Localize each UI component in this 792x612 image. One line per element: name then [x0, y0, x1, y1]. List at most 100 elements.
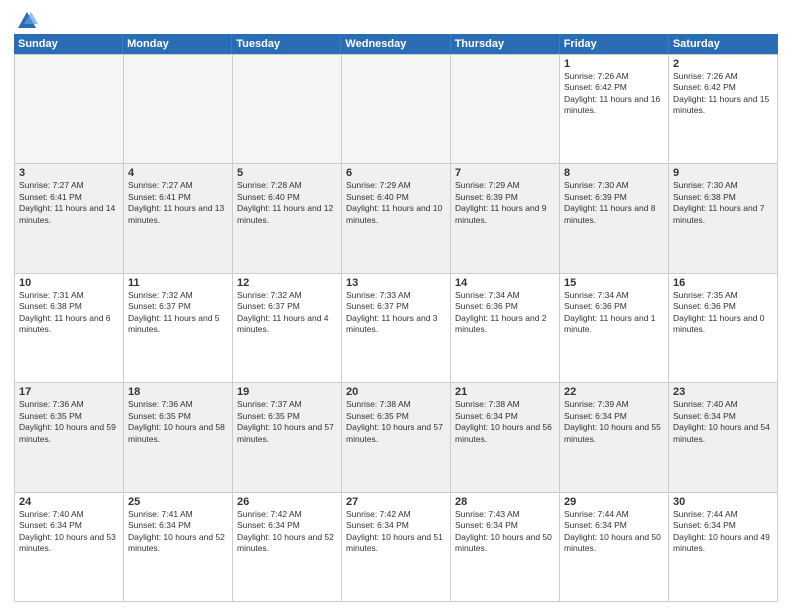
day-number: 16: [673, 277, 773, 289]
header-saturday: Saturday: [669, 34, 778, 54]
cell-info: Sunrise: 7:40 AMSunset: 6:34 PMDaylight:…: [19, 509, 119, 555]
cell-info: Sunrise: 7:32 AMSunset: 6:37 PMDaylight:…: [128, 290, 228, 336]
table-row: 20Sunrise: 7:38 AMSunset: 6:35 PMDayligh…: [342, 383, 451, 492]
day-number: 5: [237, 167, 337, 179]
cell-info: Sunrise: 7:39 AMSunset: 6:34 PMDaylight:…: [564, 399, 664, 445]
day-number: 18: [128, 386, 228, 398]
cell-info: Sunrise: 7:30 AMSunset: 6:39 PMDaylight:…: [564, 180, 664, 226]
cell-info: Sunrise: 7:35 AMSunset: 6:36 PMDaylight:…: [673, 290, 773, 336]
table-row: 2Sunrise: 7:26 AMSunset: 6:42 PMDaylight…: [669, 55, 778, 164]
table-row: [124, 55, 233, 164]
day-number: 17: [19, 386, 119, 398]
day-number: 19: [237, 386, 337, 398]
table-row: [15, 55, 124, 164]
cell-info: Sunrise: 7:33 AMSunset: 6:37 PMDaylight:…: [346, 290, 446, 336]
header-wednesday: Wednesday: [341, 34, 450, 54]
day-number: 22: [564, 386, 664, 398]
table-row: 5Sunrise: 7:28 AMSunset: 6:40 PMDaylight…: [233, 164, 342, 273]
cell-info: Sunrise: 7:34 AMSunset: 6:36 PMDaylight:…: [455, 290, 555, 336]
cell-info: Sunrise: 7:42 AMSunset: 6:34 PMDaylight:…: [237, 509, 337, 555]
cell-info: Sunrise: 7:26 AMSunset: 6:42 PMDaylight:…: [673, 71, 773, 117]
cell-info: Sunrise: 7:44 AMSunset: 6:34 PMDaylight:…: [673, 509, 773, 555]
day-number: 21: [455, 386, 555, 398]
table-row: 12Sunrise: 7:32 AMSunset: 6:37 PMDayligh…: [233, 274, 342, 383]
cell-info: Sunrise: 7:31 AMSunset: 6:38 PMDaylight:…: [19, 290, 119, 336]
logo-icon: [16, 10, 38, 32]
calendar: Sunday Monday Tuesday Wednesday Thursday…: [14, 34, 778, 602]
cell-info: Sunrise: 7:42 AMSunset: 6:34 PMDaylight:…: [346, 509, 446, 555]
day-number: 11: [128, 277, 228, 289]
logo: [14, 10, 38, 28]
day-number: 20: [346, 386, 446, 398]
table-row: 3Sunrise: 7:27 AMSunset: 6:41 PMDaylight…: [15, 164, 124, 273]
cell-info: Sunrise: 7:26 AMSunset: 6:42 PMDaylight:…: [564, 71, 664, 117]
table-row: [451, 55, 560, 164]
cell-info: Sunrise: 7:36 AMSunset: 6:35 PMDaylight:…: [128, 399, 228, 445]
table-row: 15Sunrise: 7:34 AMSunset: 6:36 PMDayligh…: [560, 274, 669, 383]
table-row: 27Sunrise: 7:42 AMSunset: 6:34 PMDayligh…: [342, 493, 451, 602]
table-row: 10Sunrise: 7:31 AMSunset: 6:38 PMDayligh…: [15, 274, 124, 383]
day-number: 25: [128, 496, 228, 508]
table-row: 30Sunrise: 7:44 AMSunset: 6:34 PMDayligh…: [669, 493, 778, 602]
table-row: [342, 55, 451, 164]
cell-info: Sunrise: 7:27 AMSunset: 6:41 PMDaylight:…: [128, 180, 228, 226]
day-number: 26: [237, 496, 337, 508]
cell-info: Sunrise: 7:34 AMSunset: 6:36 PMDaylight:…: [564, 290, 664, 336]
day-number: 9: [673, 167, 773, 179]
table-row: 1Sunrise: 7:26 AMSunset: 6:42 PMDaylight…: [560, 55, 669, 164]
header-monday: Monday: [123, 34, 232, 54]
table-row: 17Sunrise: 7:36 AMSunset: 6:35 PMDayligh…: [15, 383, 124, 492]
table-row: 23Sunrise: 7:40 AMSunset: 6:34 PMDayligh…: [669, 383, 778, 492]
cell-info: Sunrise: 7:29 AMSunset: 6:40 PMDaylight:…: [346, 180, 446, 226]
day-number: 4: [128, 167, 228, 179]
table-row: [233, 55, 342, 164]
cell-info: Sunrise: 7:38 AMSunset: 6:34 PMDaylight:…: [455, 399, 555, 445]
cell-info: Sunrise: 7:40 AMSunset: 6:34 PMDaylight:…: [673, 399, 773, 445]
cell-info: Sunrise: 7:30 AMSunset: 6:38 PMDaylight:…: [673, 180, 773, 226]
day-number: 29: [564, 496, 664, 508]
header: [14, 10, 778, 28]
table-row: 24Sunrise: 7:40 AMSunset: 6:34 PMDayligh…: [15, 493, 124, 602]
cell-info: Sunrise: 7:44 AMSunset: 6:34 PMDaylight:…: [564, 509, 664, 555]
table-row: 4Sunrise: 7:27 AMSunset: 6:41 PMDaylight…: [124, 164, 233, 273]
table-row: 8Sunrise: 7:30 AMSunset: 6:39 PMDaylight…: [560, 164, 669, 273]
table-row: 25Sunrise: 7:41 AMSunset: 6:34 PMDayligh…: [124, 493, 233, 602]
header-sunday: Sunday: [14, 34, 123, 54]
cell-info: Sunrise: 7:27 AMSunset: 6:41 PMDaylight:…: [19, 180, 119, 226]
table-row: 14Sunrise: 7:34 AMSunset: 6:36 PMDayligh…: [451, 274, 560, 383]
cell-info: Sunrise: 7:36 AMSunset: 6:35 PMDaylight:…: [19, 399, 119, 445]
header-tuesday: Tuesday: [232, 34, 341, 54]
day-number: 10: [19, 277, 119, 289]
day-number: 2: [673, 58, 773, 70]
table-row: 29Sunrise: 7:44 AMSunset: 6:34 PMDayligh…: [560, 493, 669, 602]
day-number: 23: [673, 386, 773, 398]
cell-info: Sunrise: 7:29 AMSunset: 6:39 PMDaylight:…: [455, 180, 555, 226]
day-number: 3: [19, 167, 119, 179]
day-number: 24: [19, 496, 119, 508]
day-number: 1: [564, 58, 664, 70]
calendar-body: 1Sunrise: 7:26 AMSunset: 6:42 PMDaylight…: [14, 54, 778, 602]
table-row: 16Sunrise: 7:35 AMSunset: 6:36 PMDayligh…: [669, 274, 778, 383]
table-row: 11Sunrise: 7:32 AMSunset: 6:37 PMDayligh…: [124, 274, 233, 383]
table-row: 7Sunrise: 7:29 AMSunset: 6:39 PMDaylight…: [451, 164, 560, 273]
cell-info: Sunrise: 7:28 AMSunset: 6:40 PMDaylight:…: [237, 180, 337, 226]
cell-info: Sunrise: 7:38 AMSunset: 6:35 PMDaylight:…: [346, 399, 446, 445]
day-number: 30: [673, 496, 773, 508]
header-thursday: Thursday: [451, 34, 560, 54]
cell-info: Sunrise: 7:37 AMSunset: 6:35 PMDaylight:…: [237, 399, 337, 445]
table-row: 19Sunrise: 7:37 AMSunset: 6:35 PMDayligh…: [233, 383, 342, 492]
day-number: 13: [346, 277, 446, 289]
day-number: 8: [564, 167, 664, 179]
table-row: 9Sunrise: 7:30 AMSunset: 6:38 PMDaylight…: [669, 164, 778, 273]
header-friday: Friday: [560, 34, 669, 54]
day-number: 14: [455, 277, 555, 289]
table-row: 21Sunrise: 7:38 AMSunset: 6:34 PMDayligh…: [451, 383, 560, 492]
cell-info: Sunrise: 7:41 AMSunset: 6:34 PMDaylight:…: [128, 509, 228, 555]
day-number: 28: [455, 496, 555, 508]
day-number: 27: [346, 496, 446, 508]
cell-info: Sunrise: 7:32 AMSunset: 6:37 PMDaylight:…: [237, 290, 337, 336]
day-number: 12: [237, 277, 337, 289]
day-number: 15: [564, 277, 664, 289]
table-row: 6Sunrise: 7:29 AMSunset: 6:40 PMDaylight…: [342, 164, 451, 273]
table-row: 28Sunrise: 7:43 AMSunset: 6:34 PMDayligh…: [451, 493, 560, 602]
